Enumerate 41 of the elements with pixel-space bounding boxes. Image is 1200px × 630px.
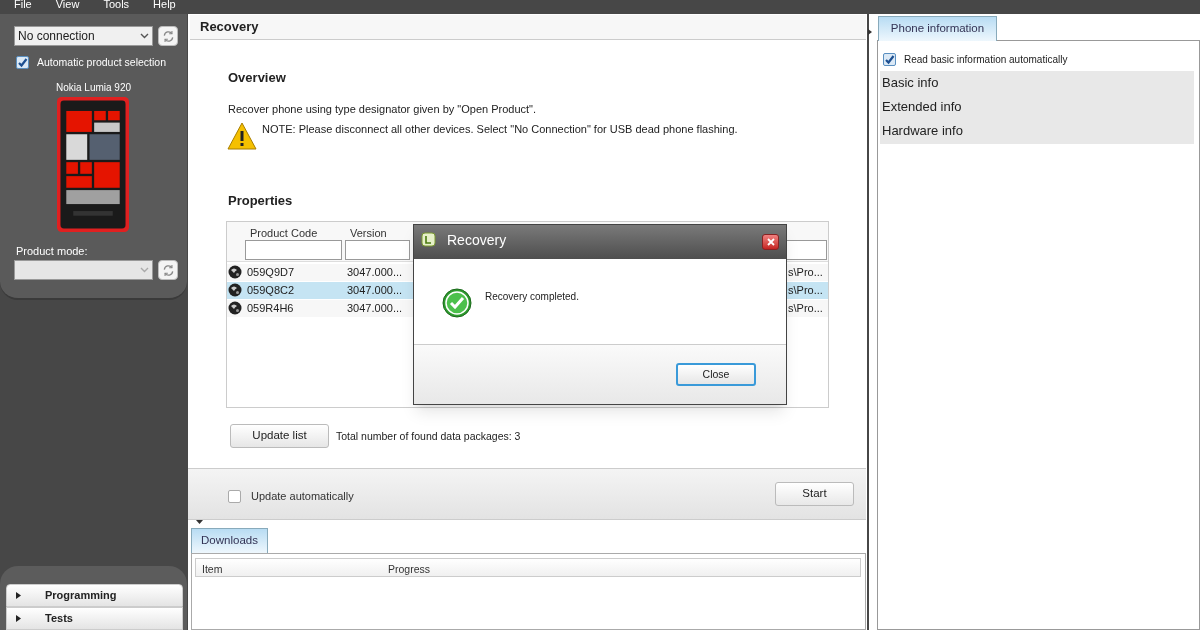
menu-item[interactable]: Tools xyxy=(103,0,130,11)
description-text: Recover phone using type designator given by "Open Product". xyxy=(228,102,537,117)
product-name: Nokia Lumia 920 xyxy=(56,81,132,95)
update-list-button[interactable]: Update list xyxy=(230,424,329,448)
package-count-text: Total number of found data packages: 3 xyxy=(336,429,521,444)
table-cell: 3047.000... xyxy=(347,266,403,279)
nav-item[interactable]: Tests xyxy=(6,607,183,630)
column-header[interactable]: Version xyxy=(350,225,387,242)
nav-item[interactable]: Programming xyxy=(6,584,183,607)
table-cell: s\Pro... xyxy=(788,302,823,315)
table-cell: s\Pro... xyxy=(788,284,823,297)
info-item[interactable]: Basic info xyxy=(882,73,939,93)
dialog-close-button[interactable]: Close xyxy=(676,363,756,386)
note-text: NOTE: Please disconnect all other devices. Select "No Connection" for USB dead phone flashing. xyxy=(262,122,738,137)
dialog-message: Recovery completed. xyxy=(485,290,579,304)
connection-dropdown[interactable]: No connection xyxy=(14,26,153,46)
panel-header: Recovery xyxy=(190,15,866,40)
table-cell: s\Pro... xyxy=(788,266,823,279)
menu-item[interactable]: File xyxy=(14,0,32,11)
downloads-tab[interactable]: Downloads xyxy=(191,528,268,553)
table-cell: 3047.000... xyxy=(347,302,403,315)
start-button[interactable]: Start xyxy=(775,482,854,506)
table-cell: 059R4H6 xyxy=(247,302,294,315)
section-heading: Overview xyxy=(228,69,286,87)
column-header[interactable]: Product Code xyxy=(250,225,318,242)
checkbox-label: Read basic information automatically xyxy=(904,53,1068,67)
column-header[interactable]: Progress xyxy=(388,562,430,578)
section-heading: Properties xyxy=(228,192,293,210)
table-cell: 3047.000... xyxy=(347,284,403,297)
menu-item[interactable]: View xyxy=(55,0,80,11)
info-item[interactable]: Hardware info xyxy=(882,121,963,141)
dialog-title: Recovery xyxy=(447,231,507,250)
field-label: Product mode: xyxy=(16,244,88,259)
checkbox-label: Update automatically xyxy=(251,489,354,504)
column-header[interactable]: Item xyxy=(202,562,223,578)
table-cell: 059Q9D7 xyxy=(247,266,295,279)
table-cell: 059Q8C2 xyxy=(247,284,295,297)
info-item[interactable]: Extended info xyxy=(882,97,962,117)
phone-info-tab[interactable]: Phone information xyxy=(878,16,997,41)
menu-item[interactable]: Help xyxy=(153,0,176,11)
checkbox-label: Automatic product selection xyxy=(37,55,166,70)
